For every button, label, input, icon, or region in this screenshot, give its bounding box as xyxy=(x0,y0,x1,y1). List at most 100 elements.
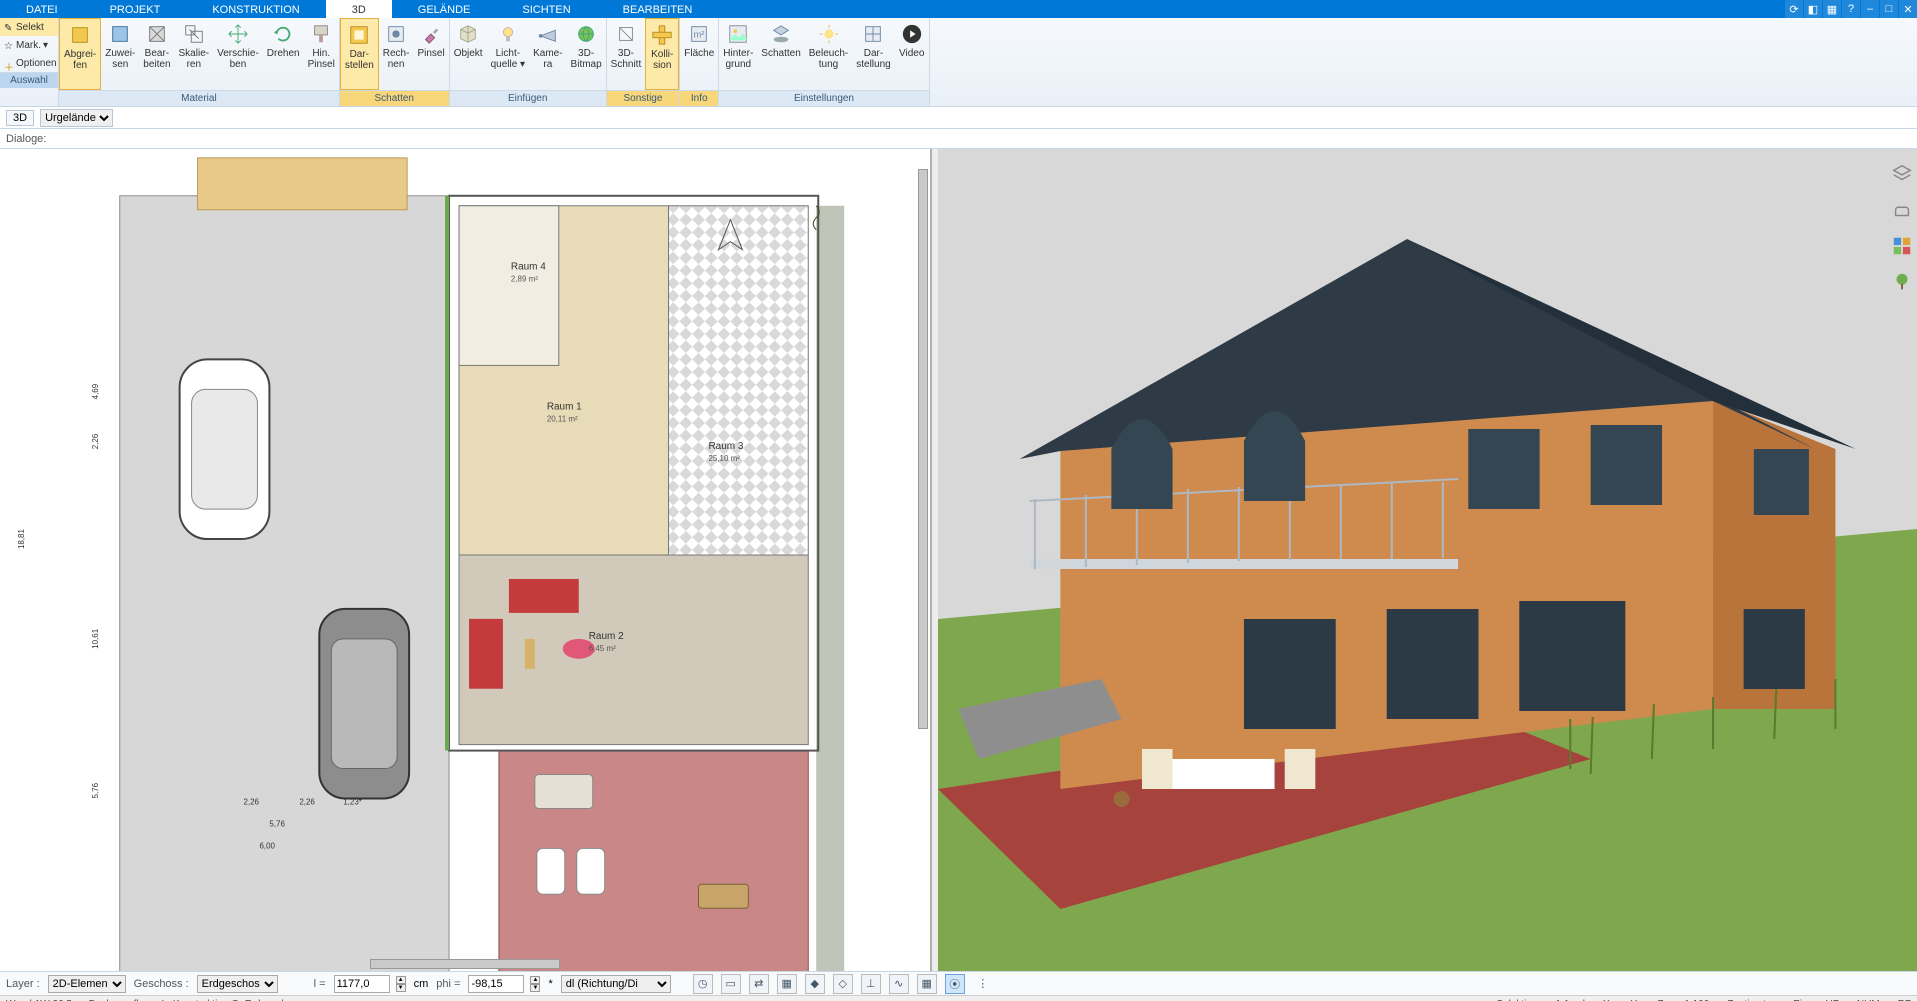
phi-input[interactable] xyxy=(468,975,524,993)
ribbon-darstellung-l2: stellung xyxy=(856,59,890,70)
ribbon-bearbeiten-l2: beiten xyxy=(143,59,170,70)
svg-text:6,45 m²: 6,45 m² xyxy=(589,644,616,653)
darstellen-icon xyxy=(347,23,371,47)
phi-spinner[interactable]: ▲▼ xyxy=(530,976,540,992)
tab-bearbeiten[interactable]: BEARBEITEN xyxy=(597,0,719,18)
phi-label: phi = xyxy=(436,978,460,990)
beleuchtung-icon xyxy=(817,22,841,46)
svg-text:2,26: 2,26 xyxy=(243,797,259,806)
ribbon-abgreifen-button[interactable]: Abgrei-fen xyxy=(59,18,101,90)
screen-icon[interactable]: ▭ xyxy=(721,974,741,994)
snap-tan-icon[interactable]: ∿ xyxy=(889,974,909,994)
ribbon-drehen-button[interactable]: Drehen xyxy=(263,18,304,90)
tab-datei[interactable]: DATEI xyxy=(0,0,84,18)
ribbon-verschieben-button[interactable]: Verschie-ben xyxy=(213,18,263,90)
pane-2d[interactable]: Raum 42,89 m² Raum 120,11 m² Raum 325,10… xyxy=(0,149,932,971)
ribbon-hintergrund-button[interactable]: Hinter-grund xyxy=(719,18,757,90)
ribbon-objekt-button[interactable]: Objekt xyxy=(450,18,487,90)
help-icon[interactable]: ? xyxy=(1842,0,1860,18)
snap-perp-icon[interactable]: ⊥ xyxy=(861,974,881,994)
work-area: Raum 42,89 m² Raum 120,11 m² Raum 325,10… xyxy=(0,149,1917,971)
pane-3d[interactable] xyxy=(938,149,1917,971)
ribbon-darstellung-button[interactable]: Dar-stellung xyxy=(852,18,894,90)
layer-field[interactable]: 2D-Elemen xyxy=(48,975,126,993)
ribbon-bearbeiten-button[interactable]: Bear-beiten xyxy=(139,18,174,90)
layer-select[interactable]: Urgelände xyxy=(40,109,113,127)
layer-label: Layer : xyxy=(6,978,40,990)
tab-sichten[interactable]: SICHTEN xyxy=(496,0,596,18)
ribbon-kamera-l1: Kame- xyxy=(533,48,562,59)
ribbon-bitmap3d-button[interactable]: 3D-Bitmap xyxy=(567,18,606,90)
selekt-button[interactable]: ✎Selekt xyxy=(0,18,58,36)
tool2-icon[interactable]: ▦ xyxy=(1823,0,1841,18)
svg-text:5,76: 5,76 xyxy=(269,819,285,828)
rechnen-icon xyxy=(384,22,408,46)
skalieren-icon xyxy=(182,22,206,46)
svg-text:5,76: 5,76 xyxy=(91,782,100,798)
ribbon-kamera-button[interactable]: Kame-ra xyxy=(529,18,566,90)
furniture-icon[interactable] xyxy=(1891,199,1913,221)
grid-icon[interactable]: ▦ xyxy=(917,974,937,994)
close-icon[interactable]: ✕ xyxy=(1899,0,1917,18)
ribbon-flaeche-button[interactable]: m²Fläche xyxy=(680,18,718,90)
ribbon: ✎Selekt ☆Mark.▾ ＋Optionen Auswahl Abgrei… xyxy=(0,18,1917,107)
zuweisen-icon xyxy=(108,22,132,46)
menu-tabs: DATEI PROJEKT KONSTRUKTION 3D GELÄNDE SI… xyxy=(0,0,718,18)
ribbon-lichtquelle-button[interactable]: Licht-quelle ▾ xyxy=(487,18,530,90)
ribbon-darstellung-l1: Dar- xyxy=(864,48,883,59)
link-icon[interactable]: ⇄ xyxy=(749,974,769,994)
ribbon-schnitt3d-button[interactable]: 3D-Schnitt xyxy=(607,18,646,90)
tab-projekt[interactable]: PROJEKT xyxy=(84,0,187,18)
render-canvas[interactable] xyxy=(938,149,1917,971)
cube-icon[interactable]: ▦ xyxy=(777,974,797,994)
snap-endpoint-icon[interactable]: ◆ xyxy=(805,974,825,994)
mark-button[interactable]: ☆Mark.▾ xyxy=(0,36,58,54)
ribbon-zuweisen-button[interactable]: Zuwei-sen xyxy=(101,18,139,90)
l-spinner[interactable]: ▲▼ xyxy=(396,976,406,992)
snap-mid-icon[interactable]: ◇ xyxy=(833,974,853,994)
view-mode-chip[interactable]: 3D xyxy=(6,110,34,126)
optionen-button[interactable]: ＋Optionen xyxy=(0,54,58,72)
ribbon-rechnen-button[interactable]: Rech-nen xyxy=(379,18,414,90)
tool1-icon[interactable]: ◧ xyxy=(1804,0,1822,18)
ribbon-beleuchtung-button[interactable]: Beleuch-tung xyxy=(805,18,852,90)
svg-text:10,61: 10,61 xyxy=(91,628,100,649)
v-scrollbar-2d[interactable] xyxy=(918,169,928,729)
ribbon-hintergrund-l2: grund xyxy=(725,59,751,70)
layers-icon[interactable] xyxy=(1891,163,1913,185)
plan-canvas[interactable]: Raum 42,89 m² Raum 120,11 m² Raum 325,10… xyxy=(0,149,930,971)
tab-konstruktion[interactable]: KONSTRUKTION xyxy=(186,0,325,18)
ribbon-group-einfuegen: ObjektLicht-quelle ▾Kame-ra3D-BitmapEinf… xyxy=(450,18,607,106)
minimize-icon[interactable]: – xyxy=(1861,0,1879,18)
palette-icon[interactable] xyxy=(1891,235,1913,257)
status-bar: Wand AW 36,5 m, Deckenauflager L=Konstru… xyxy=(0,995,1917,1001)
ribbon-hinpinsel-button[interactable]: Hin.Pinsel xyxy=(304,18,339,90)
ribbon-beleuchtung-l1: Beleuch- xyxy=(809,48,848,59)
sync-icon[interactable]: ⟳ xyxy=(1785,0,1803,18)
ribbon-abgreifen-l2: fen xyxy=(73,60,87,71)
ribbon-pinsel-button[interactable]: Pinsel xyxy=(413,18,448,90)
ribbon-schatten2-button[interactable]: Schatten xyxy=(757,18,804,90)
mode-select[interactable]: dl (Richtung/Di xyxy=(561,975,671,993)
ribbon-schatten2-l1: Schatten xyxy=(761,48,800,59)
snap-node-icon[interactable]: ⦿ xyxy=(945,974,965,994)
ribbon-darstellen-button[interactable]: Dar-stellen xyxy=(340,18,379,90)
tree-icon[interactable] xyxy=(1891,271,1913,293)
svg-text:Raum 4: Raum 4 xyxy=(511,262,546,273)
ribbon-video-button[interactable]: Video xyxy=(895,18,929,90)
tab-3d[interactable]: 3D xyxy=(326,0,392,18)
geschoss-field[interactable]: Erdgeschos xyxy=(197,975,278,993)
more-icon[interactable]: ⋮ xyxy=(973,974,993,994)
ribbon-kollision-button[interactable]: Kolli-sion xyxy=(645,18,679,90)
maximize-icon[interactable]: □ xyxy=(1880,0,1898,18)
ribbon-schnitt3d-l2: Schnitt xyxy=(611,59,642,70)
clock-icon[interactable]: ◷ xyxy=(693,974,713,994)
tab-gelaende[interactable]: GELÄNDE xyxy=(392,0,497,18)
svg-text:4,69: 4,69 xyxy=(91,383,100,399)
h-scrollbar-2d[interactable] xyxy=(370,959,560,969)
svg-text:25,10 m²: 25,10 m² xyxy=(708,454,740,463)
ribbon-skalieren-button[interactable]: Skalie-ren xyxy=(175,18,214,90)
ribbon-group-sonstige: 3D-SchnittKolli-sionSonstige xyxy=(607,18,681,106)
l-input[interactable] xyxy=(334,975,390,993)
ribbon-group-einstellungen: Hinter-grundSchattenBeleuch-tungDar-stel… xyxy=(719,18,929,106)
